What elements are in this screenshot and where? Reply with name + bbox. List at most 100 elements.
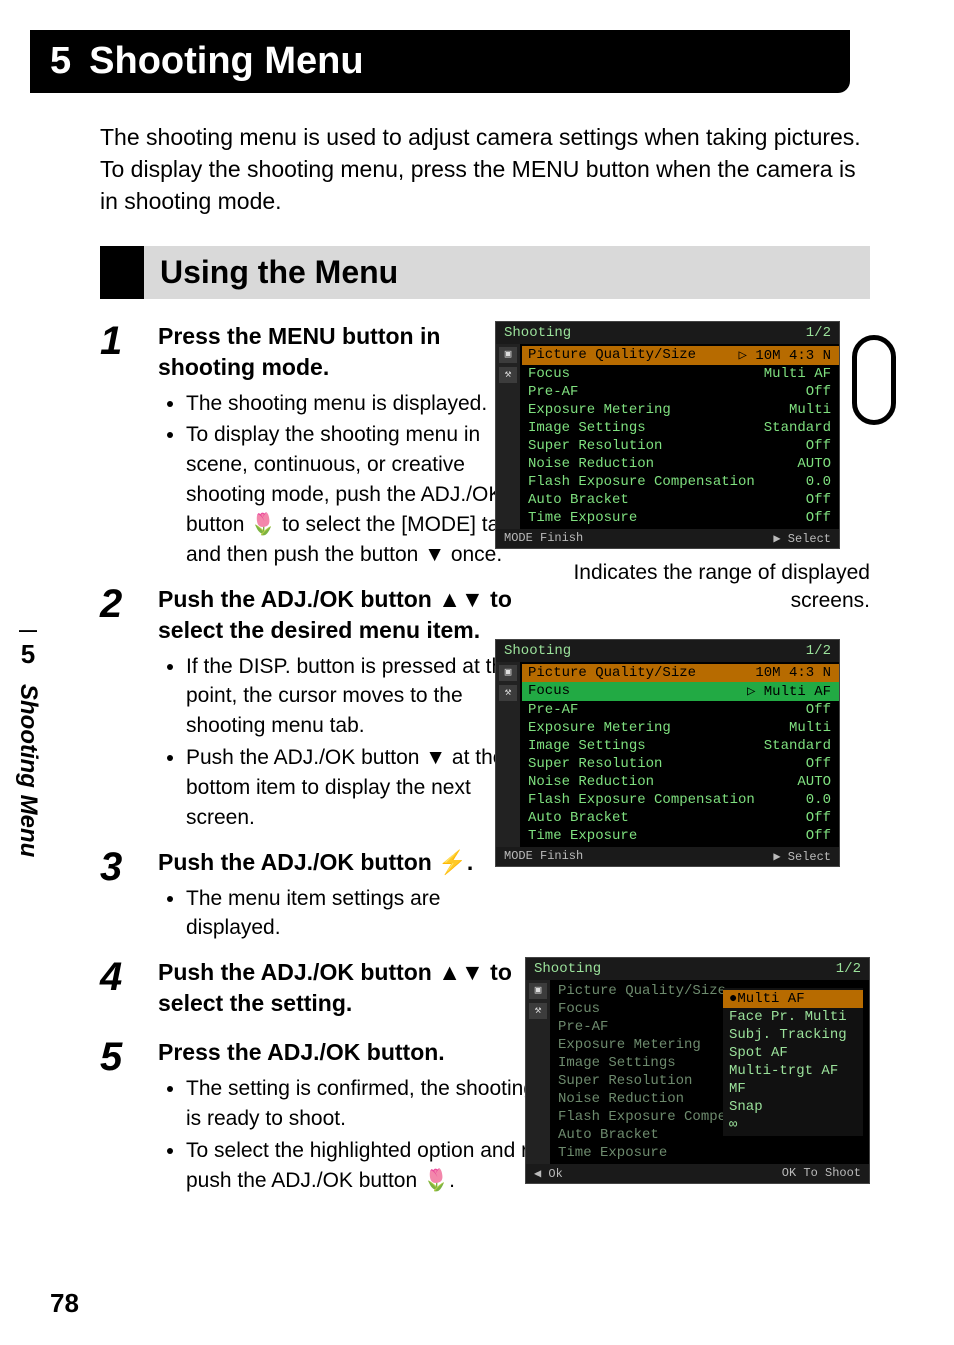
screenshot-3-wrap: Shooting 1/2 ▣ ⚒ Picture Quality/Size Focu…: [525, 957, 870, 1184]
step-bullet: To display the shooting menu in scene, c…: [186, 420, 528, 569]
step-number: 5: [100, 1037, 140, 1197]
shot2-foot-r: ▶ Select: [773, 849, 831, 864]
shot2-title: Shooting: [504, 643, 571, 659]
step-number: 4: [100, 957, 140, 1025]
page-number: 78: [50, 1288, 79, 1319]
menu-row-value: Off: [806, 702, 831, 718]
focus-option: MF: [723, 1080, 863, 1098]
tools-icon: ⚒: [499, 685, 517, 701]
screenshot-2: Shooting 1/2 ▣ ⚒ Picture Quality/Size 10M …: [495, 639, 840, 867]
step-bullet: The shooting menu is displayed.: [186, 389, 528, 419]
camera-icon: ▣: [499, 665, 517, 681]
menu-row: Noise ReductionAUTO: [522, 455, 839, 473]
menu-row: Pre-AFOff: [522, 383, 839, 401]
step-number: 3: [100, 847, 140, 946]
menu-row-value: Off: [806, 828, 831, 844]
menu-row: Image Settings Standard: [522, 419, 839, 437]
menu-row-label: Exposure Metering: [528, 402, 671, 418]
menu-row-label: Pre-AF: [528, 384, 578, 400]
screenshots-column: Shooting 1/2 ▣ ⚒ Picture Quality/Size▷ 10…: [495, 321, 870, 878]
menu-row-value: 0.0: [806, 474, 831, 490]
tools-icon: ⚒: [529, 1003, 547, 1019]
pager-indicator-circle: [852, 335, 896, 425]
chapter-title: Shooting Menu: [89, 40, 363, 83]
section-title: Using the Menu: [144, 246, 870, 299]
focus-option: ∞: [723, 1116, 863, 1134]
shot3-title: Shooting: [534, 961, 601, 977]
menu-row-label: Noise Reduction: [528, 774, 654, 790]
focus-option: Multi-trgt AF: [723, 1062, 863, 1080]
step-heading: Press the MENU button in shooting mode.: [158, 321, 528, 383]
menu-row: Flash Exposure Compensation0.0: [522, 791, 839, 809]
menu-row-label: Pre-AF: [528, 702, 578, 718]
shot3-page: 1/2: [836, 961, 861, 977]
menu-row-label: Focus: [528, 683, 570, 700]
menu-row: Time ExposureOff: [522, 827, 839, 845]
menu-row-value: 0.0: [806, 792, 831, 808]
screenshot-caption: Indicates the range of displayed screens…: [495, 559, 870, 616]
camera-icon: ▣: [529, 983, 547, 999]
menu-row-value: Off: [806, 438, 831, 454]
menu-row-value: Off: [806, 810, 831, 826]
step-heading: Push the ADJ./OK button ▲▼ to select the…: [158, 957, 528, 1019]
focus-option: Snap: [723, 1098, 863, 1116]
section-header: Using the Menu: [100, 246, 870, 299]
menu-row: Exposure Metering Multi: [522, 401, 839, 419]
menu-row: Exposure Metering Multi: [522, 719, 839, 737]
menu-row-label: Picture Quality/Size: [528, 665, 696, 681]
menu-row-label: Exposure Metering: [528, 720, 671, 736]
menu-row-value: Off: [806, 756, 831, 772]
menu-row-label: Image Settings: [558, 1055, 676, 1071]
shot2-page: 1/2: [806, 643, 831, 659]
menu-row-value: AUTO: [797, 774, 831, 790]
menu-row-label: Super Resolution: [558, 1073, 692, 1089]
menu-row-label: Flash Exposure Compensation: [528, 474, 755, 490]
step-number: 1: [100, 321, 140, 572]
menu-row-label: Super Resolution: [528, 756, 662, 772]
menu-row-label: Time Exposure: [558, 1145, 667, 1161]
menu-row-label: Pre-AF: [558, 1019, 608, 1035]
menu-row: Auto BracketOff: [522, 491, 839, 509]
menu-row-label: Time Exposure: [528, 510, 637, 526]
chapter-header: 5 Shooting Menu: [30, 30, 850, 93]
menu-row: Noise Reduction AUTO: [522, 773, 839, 791]
focus-option: Subj. Tracking: [723, 1026, 863, 1044]
side-tab-number: 5: [0, 639, 56, 670]
menu-row-label: Picture Quality/Size: [558, 983, 726, 999]
shot3-foot-r: OK To Shoot: [782, 1166, 861, 1181]
menu-row: Time Exposure: [552, 1144, 869, 1162]
steps-container: Shooting 1/2 ▣ ⚒ Picture Quality/Size▷ 10…: [100, 321, 870, 1198]
menu-row-label: Noise Reduction: [558, 1091, 684, 1107]
menu-row-value: Standard: [764, 738, 831, 754]
shot1-foot-l: MODE Finish: [504, 531, 583, 546]
screenshot-2-wrap: Shooting 1/2 ▣ ⚒ Picture Quality/Size 10M …: [495, 639, 870, 867]
menu-row-label: Image Settings: [528, 738, 646, 754]
shot1-page: 1/2: [806, 325, 831, 341]
menu-row-label: Focus: [558, 1001, 600, 1017]
tools-icon: ⚒: [499, 367, 517, 383]
side-tab: — 5 Shooting Menu: [0, 620, 56, 857]
menu-row-label: Image Settings: [528, 420, 646, 436]
menu-row: Super Resolution Off: [522, 755, 839, 773]
menu-row-value: Multi: [789, 402, 831, 418]
menu-row-value: Multi: [789, 720, 831, 736]
camera-icon: ▣: [499, 347, 517, 363]
shot2-foot-l: MODE Finish: [504, 849, 583, 864]
step-heading: Push the ADJ./OK button ▲▼ to select the…: [158, 584, 528, 646]
step-number: 2: [100, 584, 140, 835]
section-block: [100, 246, 144, 299]
menu-row: Picture Quality/Size 10M 4:3 N: [522, 664, 839, 682]
intro-paragraph: The shooting menu is used to adjust came…: [100, 121, 870, 218]
menu-row-value: AUTO: [797, 456, 831, 472]
menu-row-label: Focus: [528, 366, 570, 382]
menu-row-label: Exposure Metering: [558, 1037, 701, 1053]
menu-row-value: Standard: [764, 420, 831, 436]
menu-row-value: ▷ Multi AF: [747, 683, 831, 700]
menu-row-value: Multi AF: [764, 366, 831, 382]
menu-row: Picture Quality/Size▷ 10M 4:3 N: [522, 346, 839, 365]
chapter-number: 5: [50, 40, 71, 83]
menu-row-value: 10M 4:3 N: [755, 665, 831, 681]
focus-option: Face Pr. Multi: [723, 1008, 863, 1026]
step-bullet: Push the ADJ./OK button ▼ at the bottom …: [186, 743, 528, 832]
focus-options-list: ●Multi AFFace Pr. MultiSubj. TrackingSpo…: [723, 988, 863, 1136]
